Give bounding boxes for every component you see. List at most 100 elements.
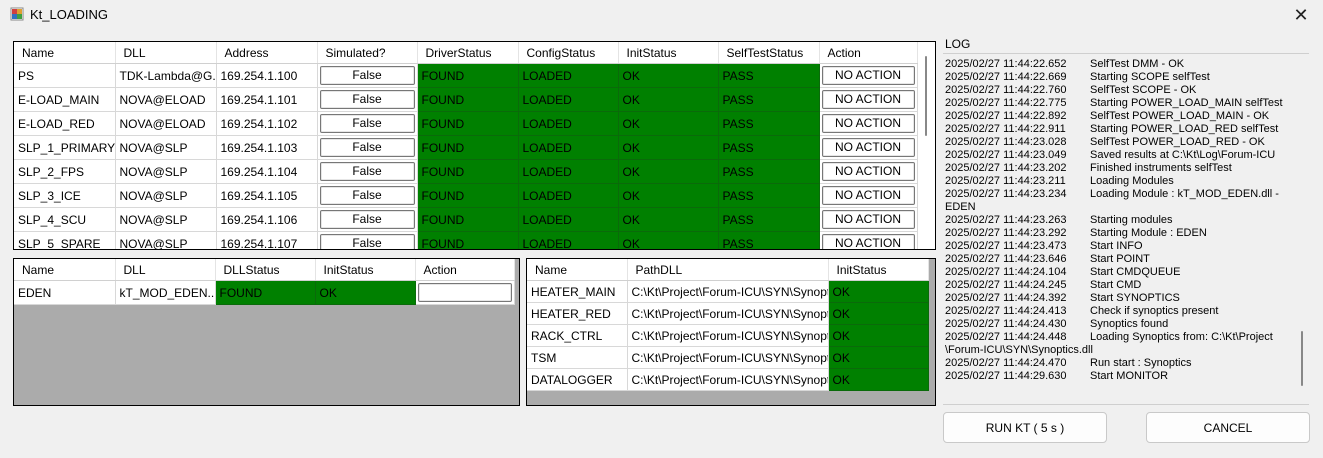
log-line: 2025/02/27 11:44:22.892 SelfTest POWER_LO… [945, 110, 1269, 123]
log-timestamp: 2025/02/27 11:44:23.028 [945, 136, 1067, 148]
log-line: 2025/02/27 11:44:24.448 Loading Synoptics… [945, 331, 1273, 344]
instrument-row[interactable]: SLP_2_FPS NOVA@SLP 169.254.1.104 False FOUND… [14, 159, 918, 184]
synoptic-row[interactable]: HEATER_RED C:\Kt\Project\Forum-ICU\SYN\Sy… [527, 302, 929, 325]
instrument-row[interactable]: E-LOAD_MAIN NOVA@ELOAD 169.254.1.101 False F… [14, 87, 918, 112]
instrument-row[interactable]: SLP_1_PRIMARY NOVA@SLP 169.254.1.103 False F… [14, 135, 918, 160]
simulated-button[interactable]: False [319, 234, 415, 249]
log-textbox[interactable]: 2025/02/27 11:44:22.652 SelfTest DMM - OK… [943, 53, 1309, 405]
action-button-cell: NO ACTION [819, 159, 918, 184]
log-message: Check if synoptics present [1090, 305, 1219, 317]
run-kt-button[interactable]: RUN KT ( 5 s ) [943, 412, 1107, 443]
simulated-button[interactable]: False [319, 186, 415, 205]
instrument-row[interactable]: PS TDK-Lambda@G... 169.254.1.100 False FOUND… [14, 63, 918, 88]
log-line: 2025/02/27 11:44:24.392 Start SYNOPTICS [945, 292, 1180, 305]
instruments-col-header[interactable]: Simulated? [317, 42, 418, 64]
action-button[interactable]: NO ACTION [821, 234, 915, 249]
simulated-button[interactable]: False [319, 66, 415, 85]
log-line: EDEN [945, 201, 976, 214]
module-action-button[interactable] [417, 283, 512, 302]
log-message: Starting SCOPE selfTest [1090, 71, 1210, 83]
instrument-name: PS [14, 63, 116, 88]
modules-col-header[interactable]: DLLStatus [215, 259, 316, 281]
instrument-dll: NOVA@SLP [115, 135, 217, 160]
simulated-button[interactable]: False [319, 162, 415, 181]
instruments-header: Name DLL Address Simulated? DriverStatus Conf… [14, 42, 918, 64]
config-status: LOADED [518, 63, 619, 88]
action-button[interactable]: NO ACTION [821, 210, 915, 229]
instrument-row[interactable]: SLP_3_ICE NOVA@SLP 169.254.1.105 False FOUND… [14, 183, 918, 208]
synoptics-col-header[interactable]: Name [527, 259, 628, 281]
simulated-button[interactable]: False [319, 90, 415, 109]
instruments-col-header[interactable]: ConfigStatus [518, 42, 619, 64]
init-status: OK [618, 63, 719, 88]
instruments-col-header[interactable]: DriverStatus [417, 42, 519, 64]
instrument-address: 169.254.1.104 [216, 159, 318, 184]
modules-col-header[interactable]: InitStatus [315, 259, 416, 281]
log-label: LOG [945, 37, 971, 51]
simulated-button[interactable]: False [319, 114, 415, 133]
instrument-name: SLP_2_FPS [14, 159, 116, 184]
instrument-row[interactable]: E-LOAD_RED NOVA@ELOAD 169.254.1.102 False FO… [14, 111, 918, 136]
simulated-button-cell: False [317, 183, 418, 208]
instrument-dll: NOVA@SLP [115, 159, 217, 184]
driver-status: FOUND [417, 207, 519, 232]
synoptics-table: Name PathDLL InitStatus HEATER_MAIN C:\Kt\P… [527, 259, 929, 391]
selftest-status: PASS [718, 63, 820, 88]
log-timestamp: 2025/02/27 11:44:23.646 [945, 253, 1067, 265]
instruments-col-header[interactable]: SelfTestStatus [718, 42, 820, 64]
simulated-button-cell: False [317, 231, 418, 249]
action-button-cell: NO ACTION [819, 183, 918, 208]
instruments-col-header[interactable]: Name [14, 42, 116, 64]
action-button[interactable]: NO ACTION [821, 162, 915, 181]
instruments-table: Name DLL Address Simulated? DriverStatus Conf… [14, 42, 918, 249]
synoptic-init-status: OK [828, 302, 929, 325]
synoptic-path: C:\Kt\Project\Forum-ICU\SYN\Synoptic... [627, 346, 829, 369]
log-timestamp: 2025/02/27 11:44:23.473 [945, 240, 1067, 252]
cancel-button[interactable]: CANCEL [1146, 412, 1310, 443]
instruments-grid: Name DLL Address Simulated? DriverStatus Conf… [13, 41, 936, 250]
action-button-cell: NO ACTION [819, 207, 918, 232]
modules-col-header[interactable]: DLL [115, 259, 216, 281]
instruments-col-header[interactable]: Action [819, 42, 918, 64]
module-row[interactable]: EDEN kT_MOD_EDEN.... FOUND OK [14, 280, 515, 305]
modules-col-header[interactable]: Action [415, 259, 515, 281]
synoptic-path: C:\Kt\Project\Forum-ICU\SYN\Synoptic... [627, 302, 829, 325]
init-status: OK [618, 183, 719, 208]
simulated-button-cell: False [317, 111, 418, 136]
action-button[interactable]: NO ACTION [821, 138, 915, 157]
log-message: Start CMDQUEUE [1090, 266, 1181, 278]
action-button[interactable]: NO ACTION [821, 90, 915, 109]
simulated-button[interactable]: False [319, 210, 415, 229]
simulated-button[interactable]: False [319, 138, 415, 157]
synoptics-col-header[interactable]: PathDLL [627, 259, 829, 281]
instruments-col-header[interactable]: Address [216, 42, 318, 64]
instrument-row[interactable]: SLP_4_SCU NOVA@SLP 169.254.1.106 False FOUND… [14, 207, 918, 232]
instrument-address: 169.254.1.105 [216, 183, 318, 208]
synoptic-name: HEATER_RED [527, 302, 628, 325]
log-line: 2025/02/27 11:44:23.263 Starting modules [945, 214, 1173, 227]
action-button[interactable]: NO ACTION [821, 186, 915, 205]
instruments-col-header[interactable]: InitStatus [618, 42, 719, 64]
synoptics-col-header[interactable]: InitStatus [828, 259, 929, 281]
synoptic-row[interactable]: DATALOGGER C:\Kt\Project\Forum-ICU\SYN\Sy… [527, 368, 929, 391]
log-message: SelfTest SCOPE - OK [1090, 84, 1197, 96]
synoptic-row[interactable]: HEATER_MAIN C:\Kt\Project\Forum-ICU\SYN\S… [527, 280, 929, 303]
simulated-button-cell: False [317, 207, 418, 232]
simulated-button-cell: False [317, 135, 418, 160]
instruments-scrollbar[interactable] [918, 42, 935, 249]
instrument-address: 169.254.1.103 [216, 135, 318, 160]
synoptics-header: Name PathDLL InitStatus [527, 259, 929, 281]
instrument-row[interactable]: SLP_5_SPARE NOVA@SLP 169.254.1.107 False FOU… [14, 231, 918, 249]
instruments-col-header[interactable]: DLL [115, 42, 217, 64]
log-scroll-thumb[interactable] [1301, 331, 1303, 386]
log-scrollbar[interactable] [1295, 54, 1309, 404]
action-button[interactable]: NO ACTION [821, 114, 915, 133]
synoptic-row[interactable]: RACK_CTRL C:\Kt\Project\Forum-ICU\SYN\Syn… [527, 324, 929, 347]
log-timestamp: 2025/02/27 11:44:22.760 [945, 84, 1067, 96]
instruments-scroll-thumb[interactable] [925, 56, 927, 136]
close-icon[interactable]: ✕ [1279, 0, 1323, 30]
synoptic-row[interactable]: TSM C:\Kt\Project\Forum-ICU\SYN\Synoptic.… [527, 346, 929, 369]
action-button[interactable]: NO ACTION [821, 66, 915, 85]
log-message: Saved results at C:\Kt\Log\Forum-ICU [1090, 149, 1276, 161]
modules-col-header[interactable]: Name [14, 259, 116, 281]
